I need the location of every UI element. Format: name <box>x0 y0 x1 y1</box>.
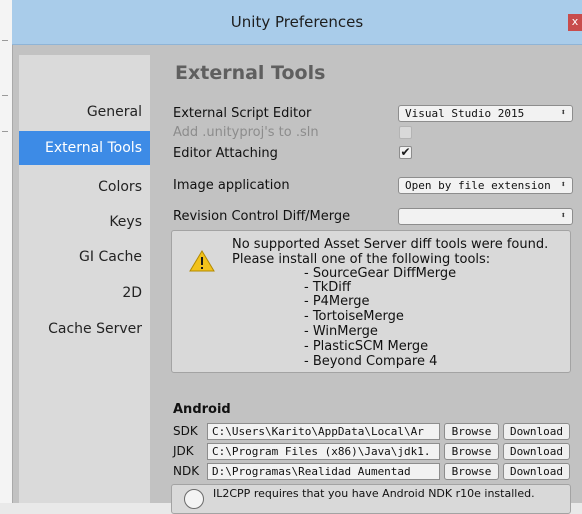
help-text-line: No supported Asset Server diff tools wer… <box>232 237 549 252</box>
revision-control-dropdown[interactable]: ⬍ <box>398 208 573 225</box>
sidebar-item-gi-cache[interactable]: GI Cache <box>19 240 150 274</box>
window-title: Unity Preferences <box>230 13 364 31</box>
sdk-label: SDK <box>173 424 198 438</box>
image-application-label: Image application <box>173 178 290 193</box>
sidebar-item-external-tools[interactable]: External Tools <box>19 131 150 165</box>
sdk-browse-button[interactable]: Browse <box>444 423 499 440</box>
ndk-download-button[interactable]: Download <box>503 463 570 480</box>
editor-attaching-checkbox[interactable]: ✔ <box>399 146 412 159</box>
dropdown-arrow-icon: ⬍ <box>560 180 566 190</box>
help-text-line: - Beyond Compare 4 <box>304 354 438 369</box>
jdk-label: JDK <box>173 444 194 458</box>
add-unityproj-checkbox[interactable] <box>399 126 412 139</box>
sidebar-item-2d[interactable]: 2D <box>19 276 150 310</box>
help-text-line: - TortoiseMerge <box>304 309 404 324</box>
editor-attaching-label: Editor Attaching <box>173 146 278 161</box>
jdk-path-field[interactable]: C:\Program Files (x86)\Java\jdk1. <box>207 443 440 460</box>
ndk-path-field[interactable]: D:\Programas\Realidad Aumentad <box>207 463 440 480</box>
help-text-line: - SourceGear DiffMerge <box>304 266 457 281</box>
ndk-label: NDK <box>173 464 200 478</box>
jdk-browse-button[interactable]: Browse <box>444 443 499 460</box>
il2cpp-note: IL2CPP requires that you have Android ND… <box>213 487 535 500</box>
dropdown-arrow-icon: ⬍ <box>560 108 566 118</box>
sidebar-item-keys[interactable]: Keys <box>19 205 150 239</box>
page-title: External Tools <box>175 62 326 84</box>
help-text-line: - TkDiff <box>304 280 351 295</box>
help-text-line: - P4Merge <box>304 294 370 309</box>
image-application-dropdown[interactable]: Open by file extension ⬍ <box>398 177 573 194</box>
sdk-path-field[interactable]: C:\Users\Karito\AppData\Local\Ar <box>207 423 440 440</box>
revision-control-label: Revision Control Diff/Merge <box>173 209 351 224</box>
android-section-title: Android <box>173 402 231 417</box>
external-script-editor-label: External Script Editor <box>173 106 312 121</box>
jdk-download-button[interactable]: Download <box>503 443 570 460</box>
sdk-download-button[interactable]: Download <box>503 423 570 440</box>
edge-mark <box>2 131 8 132</box>
help-text-line: Please install one of the following tool… <box>232 252 491 267</box>
ndk-browse-button[interactable]: Browse <box>444 463 499 480</box>
edge-mark <box>2 40 8 41</box>
dropdown-arrow-icon: ⬍ <box>560 211 566 221</box>
title-bar[interactable]: Unity Preferences x <box>12 0 582 45</box>
add-unityproj-label: Add .unityproj's to .sln <box>173 125 319 140</box>
sidebar-item-cache-server[interactable]: Cache Server <box>19 312 150 346</box>
info-icon <box>184 489 204 509</box>
help-text-line: - WinMerge <box>304 324 378 339</box>
sidebar-item-colors[interactable]: Colors <box>19 170 150 204</box>
external-script-editor-value: Visual Studio 2015 <box>405 107 525 120</box>
close-button[interactable]: x <box>568 14 582 31</box>
edge-mark <box>2 95 8 96</box>
image-application-value: Open by file extension <box>405 179 551 192</box>
warning-icon <box>189 250 215 272</box>
help-text-line: - PlasticSCM Merge <box>304 339 429 354</box>
left-screen-edge <box>0 0 12 503</box>
external-script-editor-dropdown[interactable]: Visual Studio 2015 ⬍ <box>398 105 573 122</box>
sidebar-item-general[interactable]: General <box>19 95 150 129</box>
